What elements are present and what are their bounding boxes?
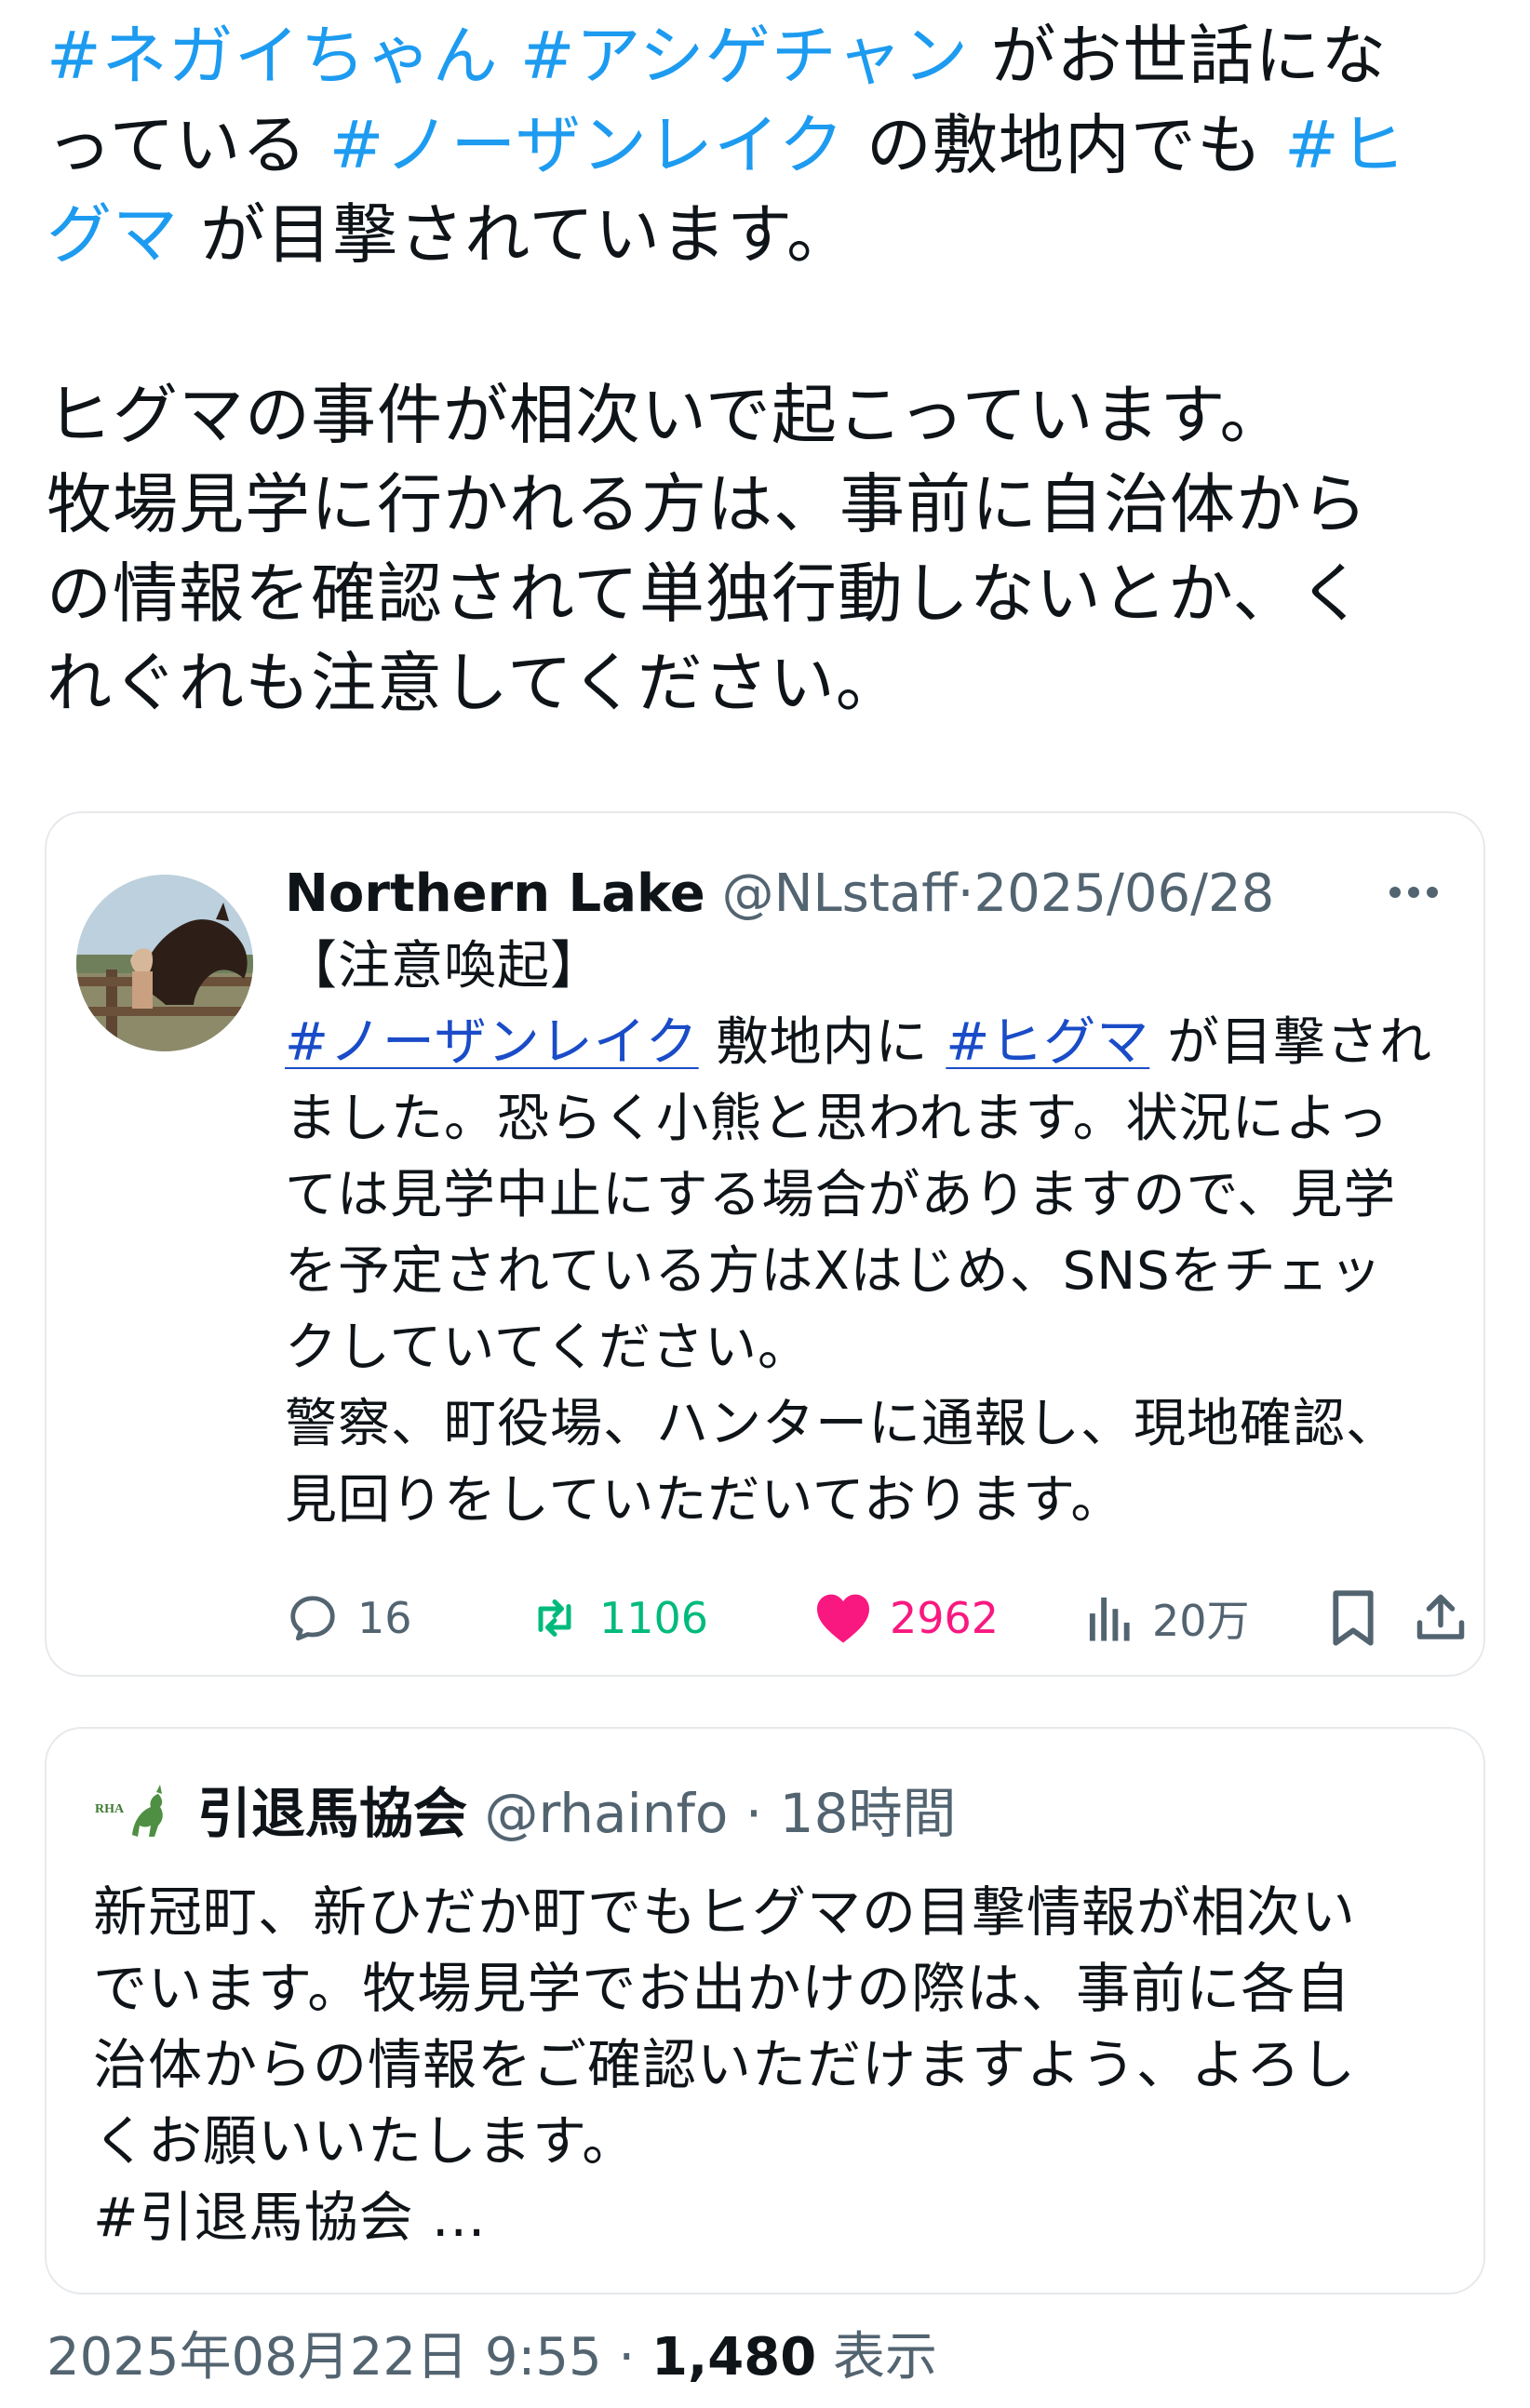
tweet-line: 【注意喚起】 (285, 936, 603, 997)
hashtag-link[interactable]: #ノーザンレイク (285, 1012, 699, 1073)
tweet-line: の情報を確認されて単独行動しないとか、く (47, 555, 1365, 632)
tweet-time[interactable]: 18時間 (780, 1782, 957, 1845)
tweet-line: ヒグマの事件が相次いで起こっています。 (47, 377, 1286, 453)
heart-icon (817, 1594, 869, 1643)
tweet-line: グマ が目撃されています。 (47, 190, 1498, 279)
reply-icon (290, 1596, 335, 1641)
tweet-line: 見回りをしていただいております。 (285, 1470, 1124, 1531)
post-datetime[interactable]: 2025年08月22日 9:55 (47, 2327, 602, 2388)
tweet-text-fragment: がお世話にな (990, 18, 1388, 94)
separator-dot: · (957, 863, 974, 924)
reply-count: 16 (357, 1593, 412, 1643)
quoted-tweet-card[interactable]: Northern Lake @NLstaff·2025/06/28 【注意喚起】… (45, 811, 1485, 1677)
quoted-tweet-text: 新冠町、新ひだか町でもヒグマの目撃情報が相次い でいます。牧場見学でお出かけの際… (93, 1874, 1452, 2255)
hashtag-link[interactable]: #ノーザンレイク (329, 107, 845, 183)
tweet-metadata: 2025年08月22日 9:55 · 1,480 表示 (47, 2321, 937, 2395)
tweet-line: #引退馬協会 ... (93, 2186, 487, 2249)
views-button[interactable]: 20万 (1085, 1576, 1250, 1660)
logo-text: RHA (95, 1802, 125, 1816)
tweet-text: #ネガイちゃん #アシゲチャン がお世話にな っている #ノーザンレイク の敷地… (47, 11, 1498, 728)
quoted-tweet-header: Northern Lake @NLstaff·2025/06/28 (285, 862, 1448, 927)
author-handle[interactable]: @NLstaff (722, 863, 958, 924)
rha-logo-mark: RHA (95, 1785, 163, 1837)
tweet-text-fragment: 敷地内に (716, 1012, 929, 1073)
tweet-line: くお願いいたします。 (93, 2109, 638, 2173)
bar-chart-icon (1089, 1597, 1130, 1641)
share-icon (1416, 1594, 1465, 1639)
tweet-text-fragment: が目撃され (1167, 1012, 1433, 1073)
hashtag-link[interactable]: #ヒグマ (946, 1012, 1149, 1073)
action-bar: 16 1106 2962 20万 (285, 1576, 1467, 1660)
rha-logo[interactable]: RHA (95, 1779, 168, 1846)
more-horizontal-icon (1389, 887, 1438, 898)
more-options-button[interactable] (1381, 860, 1446, 925)
tweet-text-fragment: の敷地内でも (866, 107, 1263, 183)
author-handle[interactable]: @rhainfo (484, 1782, 728, 1845)
tweet-line: でいます。牧場見学でお出かけの際は、事前に各自 (93, 1957, 1351, 2020)
header-text: 引退馬協会 @rhainfo · 18時間 (197, 1772, 956, 1855)
like-button[interactable]: 2962 (813, 1576, 999, 1660)
tweet-line: クしていてください。 (285, 1318, 811, 1378)
hashtag-link[interactable]: グマ (47, 196, 179, 273)
tweet-text-fragment: っている (47, 107, 308, 183)
tweet-line: ました。恐らく小熊と思われます。状況によっ (285, 1089, 1389, 1149)
retweet-icon (538, 1599, 571, 1637)
hashtag-link[interactable]: #ネガイちゃん (47, 18, 499, 94)
separator-dot: · (745, 1782, 763, 1845)
retweet-button[interactable]: 1106 (527, 1576, 708, 1660)
tweet-line: 新冠町、新ひだか町でもヒグマの目撃情報が相次い (93, 1880, 1357, 1944)
tweet-line: 警察、町役場、ハンターに通報し、現地確認、 (285, 1394, 1399, 1454)
views-label: 表示 (832, 2327, 937, 2388)
bookmark-icon (1333, 1590, 1374, 1646)
tweet-line: 治体からの情報をご確認いただけますよう、よろし (93, 2033, 1357, 2096)
reply-button[interactable]: 16 (285, 1576, 412, 1660)
view-count: 20万 (1152, 1596, 1250, 1646)
bookmark-button[interactable] (1327, 1576, 1379, 1660)
separator-dot: · (618, 2327, 636, 2388)
like-count: 2962 (890, 1593, 1000, 1643)
quoted-tweet-text: 【注意喚起】 #ノーザンレイク 敷地内に #ヒグマ が目撃され ました。恐らく小… (285, 929, 1467, 1539)
retweet-count: 1106 (599, 1593, 709, 1643)
avatar[interactable] (76, 875, 253, 1051)
quoted-tweet-header: RHA 引退馬協会 @rhainfo · 18時間 (95, 1772, 1398, 1855)
tweet-line: #ネガイちゃん #アシゲチャン がお世話にな (47, 11, 1498, 100)
tweet-line: を予定されている方はXはじめ、SNSをチェッ (285, 1241, 1383, 1302)
author-name[interactable]: Northern Lake (285, 863, 705, 924)
tweet-line: れぐれも注意してください。 (47, 645, 902, 721)
tweet-line: ては見学中止にする場合がありますので、見学 (285, 1165, 1397, 1225)
tweet-text-fragment: が目撃されています。 (200, 196, 853, 273)
tweet-line: 牧場見学に行かれる方は、事前に自治体から (47, 466, 1368, 542)
tweet-date[interactable]: 2025/06/28 (974, 863, 1275, 924)
avatar-horse-image (76, 875, 253, 1051)
quoted-tweet-card[interactable]: RHA 引退馬協会 @rhainfo · 18時間 新冠町、新ひだか町でもヒグマ… (45, 1727, 1485, 2294)
hashtag-link[interactable]: #ヒ (1284, 107, 1406, 183)
tweet-line: っている #ノーザンレイク の敷地内でも #ヒ (47, 100, 1498, 190)
tweet-line: #ノーザンレイク 敷地内に #ヒグマ が目撃され (285, 1005, 1467, 1081)
author-name[interactable]: 引退馬協会 (197, 1782, 467, 1845)
hashtag-link[interactable]: #アシゲチャン (520, 18, 969, 94)
share-button[interactable] (1413, 1576, 1469, 1660)
view-count: 1,480 (651, 2327, 817, 2388)
